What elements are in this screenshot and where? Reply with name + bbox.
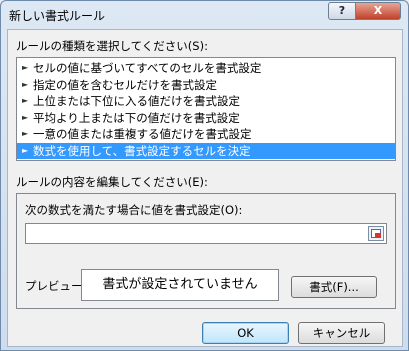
dialog-client-area: ルールの種類を選択してください(S): ► セルの値に基づいてすべてのセルを書式… bbox=[7, 29, 403, 347]
triangle-right-icon: ► bbox=[22, 63, 29, 72]
preview-box: 書式が設定されていません bbox=[81, 269, 279, 301]
preview-label: プレビュー: bbox=[25, 279, 87, 293]
rule-edit-label: ルールの内容を編集してください(E): bbox=[16, 175, 208, 189]
rule-type-label: ルールの種類を選択してください(S): bbox=[16, 39, 208, 53]
cancel-button[interactable]: キャンセル bbox=[298, 322, 385, 344]
ok-button[interactable]: OK bbox=[202, 322, 289, 344]
rule-type-item[interactable]: ► セルの値に基づいてすべてのセルを書式設定 bbox=[17, 60, 395, 77]
close-button[interactable]: X bbox=[355, 2, 401, 20]
rule-type-item-label: 平均より上または下の値だけを書式設定 bbox=[33, 110, 240, 125]
rule-type-item-label: 一意の値または重複する値だけを書式設定 bbox=[33, 127, 252, 141]
rule-type-item-label: 指定の値を含むセルだけを書式設定 bbox=[33, 77, 217, 92]
rule-type-list[interactable]: ► セルの値に基づいてすべてのセルを書式設定 ► 指定の値を含むセルだけを書式設… bbox=[16, 57, 396, 161]
rule-type-item[interactable]: ► 平均より上または下の値だけを書式設定 bbox=[17, 110, 395, 127]
rule-edit-group: 次の数式を満たす場合に値を書式設定(O): プレビュー: 書式が設定されていませ… bbox=[16, 193, 396, 309]
help-button[interactable]: ? bbox=[328, 2, 356, 20]
new-format-rule-dialog: 新しい書式ルール ? X ルールの種類を選択してください(S): ► セルの値に… bbox=[0, 0, 409, 351]
dialog-title: 新しい書式ルール bbox=[9, 9, 106, 23]
triangle-right-icon: ► bbox=[22, 112, 29, 122]
triangle-right-icon: ► bbox=[22, 129, 29, 138]
rule-type-item-label: 上位または下位に入る値だけを書式設定 bbox=[33, 94, 240, 108]
rule-type-item-label: セルの値に基づいてすべてのセルを書式設定 bbox=[33, 61, 262, 75]
formula-field[interactable] bbox=[25, 223, 387, 244]
title-bar[interactable]: 新しい書式ルール ? X bbox=[1, 1, 408, 29]
rule-type-item[interactable]: ► 上位または下位に入る値だけを書式設定 bbox=[17, 93, 395, 110]
rule-type-item-label: 数式を使用して、書式設定するセルを決定 bbox=[33, 143, 251, 158]
triangle-right-icon: ► bbox=[22, 79, 29, 89]
formula-input[interactable] bbox=[26, 224, 364, 242]
rule-type-item[interactable]: ► 指定の値を含むセルだけを書式設定 bbox=[17, 77, 395, 94]
triangle-right-icon: ► bbox=[22, 96, 29, 105]
formula-label: 次の数式を満たす場合に値を書式設定(O): bbox=[25, 203, 243, 217]
format-button[interactable]: 書式(F)... bbox=[291, 276, 377, 298]
range-select-icon[interactable] bbox=[368, 226, 384, 241]
rule-type-item[interactable]: ► 一意の値または重複する値だけを書式設定 bbox=[17, 126, 395, 143]
rule-type-item-selected[interactable]: ► 数式を使用して、書式設定するセルを決定 bbox=[17, 142, 395, 159]
triangle-right-icon: ► bbox=[22, 145, 29, 155]
